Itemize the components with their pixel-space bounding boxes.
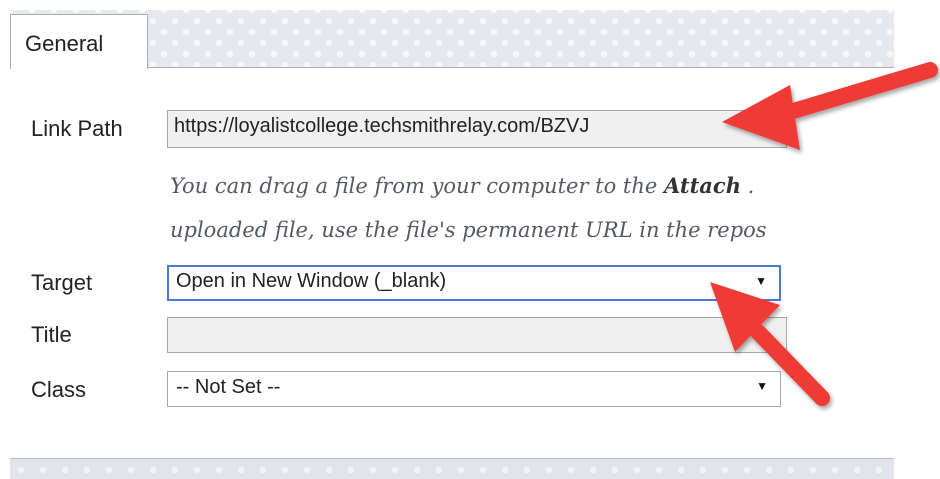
tab-strip: General [10,10,894,69]
chevron-down-icon: ▼ [756,379,768,393]
target-label: Target [31,270,93,295]
hint-line-1: You can drag a file from your computer t… [170,173,894,198]
chevron-down-icon: ▼ [755,274,767,288]
hint-line-1-suffix: . [740,174,755,198]
hint-line-1-prefix: You can drag a file from your computer t… [170,174,664,198]
tab-general[interactable]: General [10,14,148,69]
class-select-value: -- Not Set -- [176,376,281,398]
target-select-value: Open in New Window (_blank) [176,270,447,292]
hint-line-2: uploaded file, use the file's permanent … [170,218,767,242]
class-label: Class [31,377,87,402]
link-dialog: General Link Path https://loyalistcolleg… [0,0,940,479]
class-select[interactable]: -- Not Set -- ▼ [167,371,781,407]
target-select[interactable]: Open in New Window (_blank) ▼ [167,265,781,301]
title-label: Title [31,322,72,347]
link-path-input[interactable]: https://loyalistcollege.techsmithrelay.c… [167,110,787,148]
hint-line-1-bold: Attach [663,173,741,198]
footer-strip [10,458,894,479]
title-input[interactable] [167,317,787,353]
link-path-label: Link Path [31,116,123,141]
